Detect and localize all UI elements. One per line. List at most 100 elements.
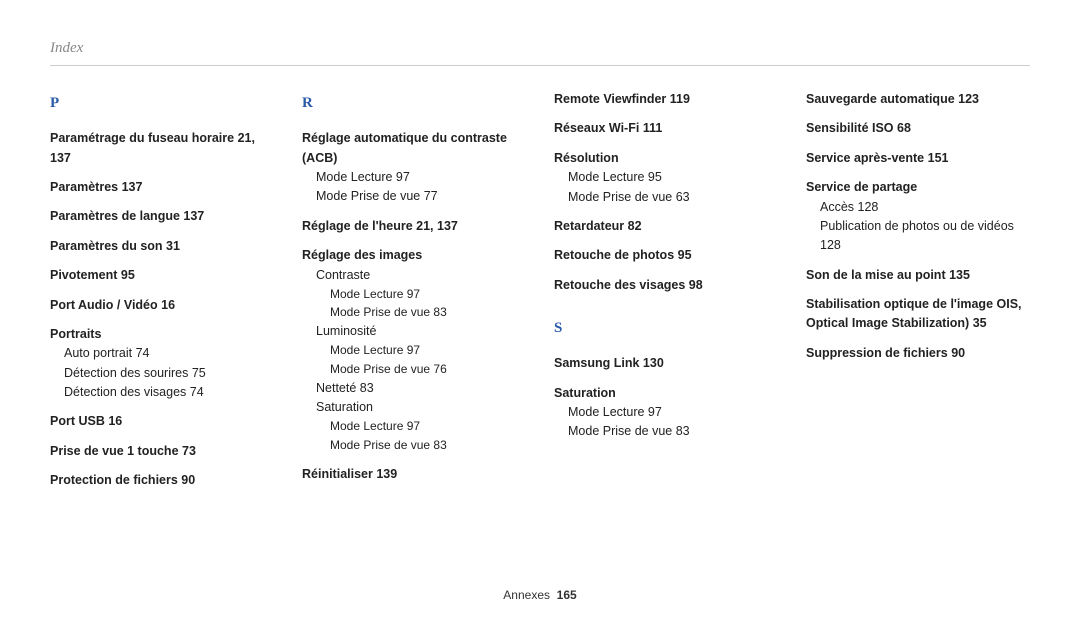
entry-title: Pivotement [50,268,117,282]
entry-title: Réseaux Wi-Fi [554,121,639,135]
letter-p: P [50,92,274,115]
entry: Réglage des images Contraste Mode Lectur… [302,246,526,454]
entry-title: Paramétrage du fuseau horaire [50,131,234,145]
subsubentry: Mode Lecture 97 [330,417,526,436]
subentry: Netteté 83 [316,379,526,398]
subentry: Auto portrait 74 [64,344,274,363]
entry-pages: 95 [121,268,135,282]
entry: Son de la mise au point 135 [806,266,1030,285]
entry-title: Service de partage [806,178,1030,197]
entry-pages: 123 [958,92,979,106]
entry-pages: 35 [973,316,987,330]
entry: Portraits Auto portrait 74 Détection des… [50,325,274,403]
subentry: Accès 128 [820,198,1030,217]
subsubentry: Mode Lecture 97 [330,341,526,360]
entry: Sensibilité ISO 68 [806,119,1030,138]
entry: Port USB 16 [50,412,274,431]
entry: Réglage automatique du contraste (ACB) M… [302,129,526,207]
subentry: Détection des visages 74 [64,383,274,402]
subentry: Publication de photos ou de vidéos 128 [820,217,1030,256]
footer: Annexes 165 [0,588,1080,602]
entry-title: Retouche des visages [554,278,685,292]
index-columns: P Paramétrage du fuseau horaire 21, 137 … [50,90,1030,501]
letter-r: R [302,92,526,115]
entry-pages: 119 [670,92,690,106]
footer-label: Annexes [503,588,550,602]
entry-title: Samsung Link [554,356,639,370]
subentry: Mode Prise de vue 77 [316,187,526,206]
entry: Réglage de l'heure 21, 137 [302,217,526,236]
subentry: Luminosité [316,322,526,341]
entry: Service après-vente 151 [806,149,1030,168]
entry: Saturation Mode Lecture 97 Mode Prise de… [554,384,778,442]
header-section: Index [50,40,1030,57]
subsubentry: Mode Prise de vue 83 [330,303,526,322]
subentry: Mode Lecture 95 [568,168,778,187]
entry-title: Prise de vue 1 touche [50,444,179,458]
entry-title: Port USB [50,414,105,428]
entry-title: Saturation [554,384,778,403]
entry: Retouche de photos 95 [554,246,778,265]
entry: Réinitialiser 139 [302,465,526,484]
subentry: Mode Lecture 97 [316,168,526,187]
entry-pages: 95 [678,248,692,262]
column-rs: Remote Viewfinder 119 Réseaux Wi-Fi 111 … [554,90,778,501]
entry-title: Paramètres de langue [50,209,180,223]
entry-title: Protection de fichiers [50,473,178,487]
entry-pages: 16 [161,298,175,312]
entry: Pivotement 95 [50,266,274,285]
entry-pages: 111 [643,121,662,135]
entry: Retardateur 82 [554,217,778,236]
entry-pages: 135 [949,268,970,282]
entry-title: Réinitialiser [302,467,373,481]
entry-pages: 68 [897,121,911,135]
entry: Sauvegarde automatique 123 [806,90,1030,109]
entry-title: Réglage automatique du contraste (ACB) [302,129,526,168]
entry: Prise de vue 1 touche 73 [50,442,274,461]
entry-title: Port Audio / Vidéo [50,298,158,312]
subentry: Mode Lecture 97 [568,403,778,422]
entry-pages: 31 [166,239,180,253]
entry-pages: 130 [643,356,664,370]
entry-title: Son de la mise au point [806,268,946,282]
entry-pages: 90 [181,473,195,487]
subentry: Détection des sourires 75 [64,364,274,383]
entry-pages: 151 [928,151,949,165]
footer-page: 165 [557,588,577,602]
entry-title: Sauvegarde automatique [806,92,955,106]
entry-title: Service après-vente [806,151,924,165]
subentry: Mode Prise de vue 63 [568,188,778,207]
entry: Résolution Mode Lecture 95 Mode Prise de… [554,149,778,207]
entry: Port Audio / Vidéo 16 [50,296,274,315]
entry-title: Retouche de photos [554,248,674,262]
entry-pages: 137 [122,180,143,194]
subsubentry: Mode Prise de vue 76 [330,360,526,379]
entry: Samsung Link 130 [554,354,778,373]
entry: Retouche des visages 98 [554,276,778,295]
column-r: R Réglage automatique du contraste (ACB)… [302,90,526,501]
subentry: Mode Prise de vue 83 [568,422,778,441]
subentry: Saturation [316,398,526,417]
subentry: Contraste [316,266,526,285]
entry-title: Réglage des images [302,246,526,265]
entry: Service de partage Accès 128 Publication… [806,178,1030,256]
entry-pages: 73 [182,444,196,458]
entry: Paramètres du son 31 [50,237,274,256]
entry-title: Paramètres [50,180,118,194]
entry-pages: 139 [376,467,397,481]
subsubentry: Mode Prise de vue 83 [330,436,526,455]
entry-title: Réglage de l'heure [302,219,413,233]
entry: Stabilisation optique de l'image OIS, Op… [806,295,1030,334]
entry-pages: 90 [951,346,965,360]
entry: Réseaux Wi-Fi 111 [554,119,778,138]
entry-title: Retardateur [554,219,624,233]
entry: Suppression de fichiers 90 [806,344,1030,363]
entry: Remote Viewfinder 119 [554,90,778,109]
column-s: Sauvegarde automatique 123 Sensibilité I… [806,90,1030,501]
entry-title: Suppression de fichiers [806,346,948,360]
entry-title: Résolution [554,149,778,168]
entry-title: Portraits [50,325,274,344]
entry-pages: 82 [628,219,642,233]
subsubentry: Mode Lecture 97 [330,285,526,304]
entry-pages: 16 [108,414,122,428]
